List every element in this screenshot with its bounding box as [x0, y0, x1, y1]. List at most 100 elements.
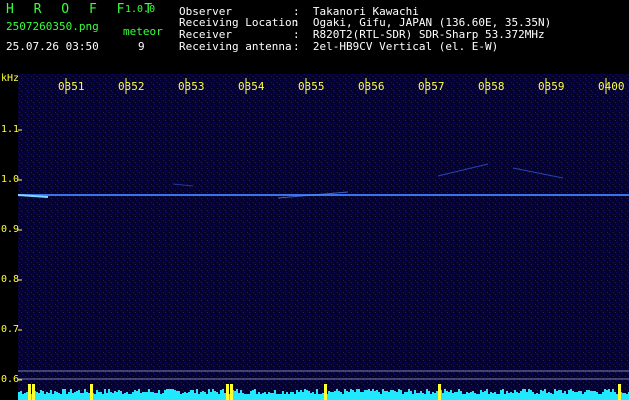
level-bar: [572, 391, 574, 400]
level-bar: [188, 392, 190, 400]
level-bar: [84, 389, 86, 400]
level-bar: [486, 389, 488, 400]
level-bar: [268, 392, 270, 400]
level-bar: [108, 389, 110, 400]
level-bar: [222, 389, 224, 400]
level-bar: [240, 390, 242, 400]
level-bar: [284, 394, 286, 400]
level-bar: [552, 394, 554, 400]
level-bar: [272, 393, 274, 400]
level-bar: [474, 393, 476, 400]
level-bar: [520, 391, 522, 400]
level-bar: [400, 390, 402, 400]
level-bar: [378, 392, 380, 400]
level-bar: [380, 394, 382, 400]
level-bar: [244, 394, 246, 400]
level-bar: [128, 394, 130, 400]
level-bar: [262, 393, 264, 400]
level-bar: [490, 392, 492, 400]
level-bar: [282, 391, 284, 400]
level-bar: [444, 389, 446, 400]
level-bar: [484, 391, 486, 400]
time-tick-0400: 0400: [598, 80, 625, 93]
level-bar: [500, 390, 502, 400]
level-bar: [612, 389, 614, 400]
level-bar: [212, 389, 214, 400]
level-bar: [420, 391, 422, 400]
level-bar: [604, 389, 606, 400]
khz-tick-0.9: 0.9: [1, 224, 20, 235]
level-bar: [342, 394, 344, 400]
level-bar: [86, 392, 88, 400]
level-bar: [442, 393, 444, 400]
level-bar: [186, 393, 188, 400]
level-bar: [384, 391, 386, 400]
khz-tick-1.0: 1.0: [1, 174, 20, 185]
level-bar: [78, 390, 80, 400]
meteor-label: meteor: [123, 25, 163, 38]
level-bar: [412, 394, 414, 400]
receiver-label: Receiver: [179, 28, 232, 41]
level-bar: [434, 393, 436, 400]
level-spike: [618, 384, 621, 400]
level-bar: [406, 392, 408, 400]
level-bar: [506, 391, 508, 400]
level-bar: [26, 392, 28, 400]
level-bar: [616, 394, 618, 400]
level-bar: [330, 392, 332, 400]
level-bar: [146, 392, 148, 400]
level-bar: [590, 391, 592, 400]
level-spike: [324, 384, 327, 400]
level-bar: [534, 394, 536, 400]
level-bar: [298, 392, 300, 400]
level-bar: [100, 392, 102, 400]
antenna-label: Receiving antenna: [179, 40, 292, 53]
level-bar: [160, 394, 162, 400]
level-bar: [206, 394, 208, 400]
level-bar: [354, 392, 356, 400]
level-bar: [362, 392, 364, 400]
level-bar: [488, 394, 490, 400]
level-bar: [448, 392, 450, 400]
level-bar: [70, 389, 72, 400]
app-version: 1.0.0: [125, 4, 156, 15]
level-bar: [46, 392, 48, 400]
level-bar: [40, 390, 42, 400]
level-bar: [526, 392, 528, 400]
time-tick-0352: 0352: [118, 80, 145, 93]
level-bar: [190, 390, 192, 400]
level-bar: [516, 392, 518, 400]
level-bar: [544, 389, 546, 400]
level-bar: [498, 394, 500, 400]
level-bar: [110, 392, 112, 400]
level-bar: [502, 389, 504, 400]
level-bar: [216, 392, 218, 400]
level-bar: [496, 394, 498, 400]
level-bar: [356, 389, 358, 400]
level-bar: [546, 393, 548, 400]
level-bar: [458, 389, 460, 400]
level-bar: [436, 391, 438, 400]
level-bar: [318, 394, 320, 400]
level-bar: [264, 392, 266, 400]
level-bar: [36, 392, 38, 400]
level-bar: [528, 389, 530, 400]
time-axis: 0351 0352 0353 0354 0355 0356 0357 0358 …: [18, 74, 629, 94]
level-bar: [476, 394, 478, 400]
level-bar: [140, 393, 142, 400]
time-tick-0358: 0358: [478, 80, 505, 93]
level-bar: [392, 390, 394, 400]
level-bar: [532, 392, 534, 400]
level-bar: [404, 392, 406, 400]
level-bar: [610, 392, 612, 400]
level-bar: [382, 389, 384, 400]
level-bar: [538, 394, 540, 400]
level-bar: [450, 390, 452, 400]
level-bar: [386, 391, 388, 400]
level-bar: [564, 391, 566, 400]
level-bar: [584, 392, 586, 400]
level-bar: [524, 389, 526, 400]
level-bar: [270, 393, 272, 400]
level-bar: [554, 389, 556, 400]
level-bar: [600, 394, 602, 400]
